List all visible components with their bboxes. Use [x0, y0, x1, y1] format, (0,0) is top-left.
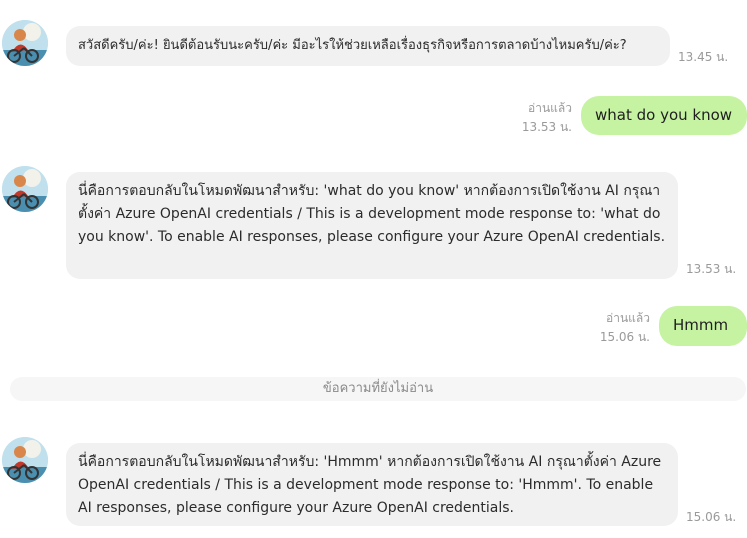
bot-avatar-icon[interactable]	[2, 20, 48, 66]
read-receipt: อ่านแล้ว	[528, 101, 572, 115]
message-bubble-incoming: นี่คือการตอบกลับในโหมดพัฒนาสำหรับ: 'Hmmm…	[66, 443, 678, 526]
chat-window: สวัสดีครับ/ค่ะ! ยินดีต้อนรับนะครับ/ค่ะ ม…	[0, 0, 747, 538]
message-time: 13.53 น.	[521, 120, 572, 134]
message-bubble-outgoing: what do you know	[581, 96, 747, 135]
message-time: 15.06 น.	[686, 510, 737, 524]
message-bubble-incoming: สวัสดีครับ/ค่ะ! ยินดีต้อนรับนะครับ/ค่ะ ม…	[66, 26, 670, 66]
message-text: สวัสดีครับ/ค่ะ! ยินดีต้อนรับนะครับ/ค่ะ ม…	[78, 38, 627, 53]
read-receipt: อ่านแล้ว	[606, 311, 650, 325]
message-text: นี่คือการตอบกลับในโหมดพัฒนาสำหรับ: 'Hmmm…	[78, 454, 662, 516]
bot-avatar-icon[interactable]	[2, 166, 48, 212]
message-time: 15.06 น.	[599, 330, 650, 344]
message-bubble-incoming: นี่คือการตอบกลับในโหมดพัฒนาสำหรับ: 'what…	[66, 172, 678, 279]
message-text: นี่คือการตอบกลับในโหมดพัฒนาสำหรับ: 'what…	[78, 183, 666, 245]
message-time: 13.45 น.	[678, 50, 729, 64]
unread-divider-label: ข้อความที่ยังไม่อ่าน	[322, 381, 434, 396]
message-time: 13.53 น.	[686, 262, 737, 276]
message-text: what do you know	[595, 106, 733, 124]
bot-avatar-icon[interactable]	[2, 437, 48, 483]
message-bubble-outgoing: Hmmm	[659, 306, 747, 346]
message-text: Hmmm	[673, 316, 729, 334]
unread-messages-divider: ข้อความที่ยังไม่อ่าน	[10, 377, 746, 401]
